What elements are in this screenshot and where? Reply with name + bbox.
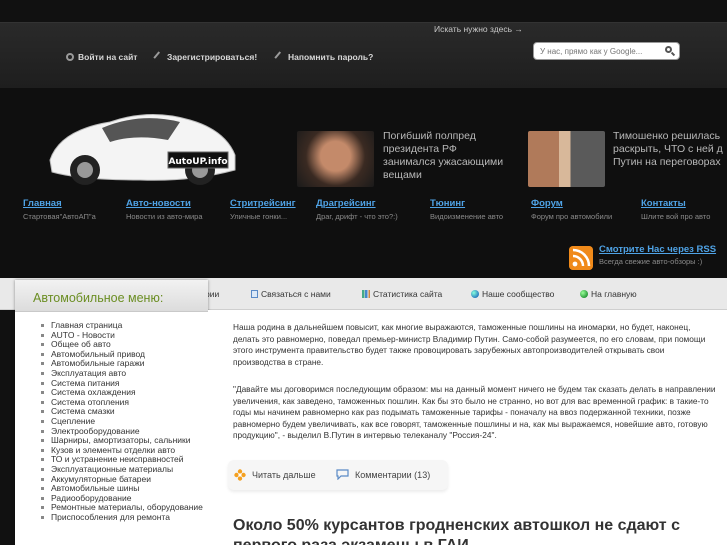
sidebar-menu-item[interactable]: Приспособления для ремонта (41, 512, 208, 523)
sidebar: Автомобильное меню: Главная страница AUTO… (15, 280, 208, 545)
article-paragraph: Наша родина в дальнейшем повысит, как мн… (233, 322, 706, 367)
register-link[interactable]: Зарегистрироваться! (153, 51, 258, 63)
rss-title[interactable]: Смотрите Нас через RSS (599, 244, 716, 255)
search-icon[interactable] (664, 45, 676, 57)
gear-icon (66, 53, 74, 61)
article-paragraph: "Давайте мы договоримся последующим обра… (233, 384, 716, 440)
comment-icon (336, 469, 349, 480)
globe-icon (471, 290, 479, 298)
header: AutoUP.info Погибший полпред президента … (0, 88, 727, 278)
nav-item-dragracing[interactable]: Драгрейсинг Драг, дрифт - что это?:) (316, 198, 398, 221)
register-label: Зарегистрироваться! (167, 52, 258, 62)
nav-item-news[interactable]: Авто-новости Новости из авто-мира (126, 198, 203, 221)
page: Войти на сайт Зарегистрироваться! Напомн… (0, 0, 727, 545)
nav-item-home[interactable]: Главная Стартовая"АвтоАП"а (23, 198, 96, 221)
flower-icon (234, 469, 246, 481)
login-link[interactable]: Войти на сайт (66, 52, 137, 62)
subnav-community[interactable]: Наше сообщество (471, 289, 554, 299)
home-globe-icon (580, 290, 588, 298)
logo-car-image[interactable]: AutoUP.info (40, 100, 240, 190)
pencil-icon (274, 51, 286, 63)
read-more-link[interactable]: Читать дальше (234, 469, 316, 481)
search-label: Искать нужно здесь → (434, 24, 523, 34)
nav-item-contacts[interactable]: Контакты Шлите вой про авто (641, 198, 710, 221)
main-content: Наша родина в дальнейшем повысит, как мн… (208, 310, 727, 545)
document-icon (251, 290, 258, 298)
pencil-icon (153, 51, 165, 63)
subnav-home[interactable]: На главную (580, 289, 637, 299)
sidebar-menu: Главная страница AUTO - Новости Общее об а… (15, 312, 208, 522)
login-label: Войти на сайт (78, 52, 138, 62)
news-thumbnail[interactable] (528, 131, 605, 187)
nav-item-tuning[interactable]: Тюнинг Видоизменение авто (430, 198, 503, 221)
remind-password-link[interactable]: Напомнить пароль? (274, 51, 374, 63)
article-actions: Читать дальше Комментарии (13) (228, 460, 448, 490)
chart-icon (362, 290, 370, 298)
article-title[interactable]: Около 50% курсантов гродненских автошкол… (233, 516, 713, 545)
sidebar-title: Автомобильное меню: (15, 280, 208, 312)
rss-subtitle: Всегда свежие авто-обзоры :) (599, 257, 703, 266)
logo-text: AutoUP.info (168, 157, 227, 167)
search-input[interactable] (533, 42, 680, 60)
subnav-stats[interactable]: Статистика сайта (362, 289, 442, 299)
rss-icon[interactable] (569, 246, 593, 270)
subnav-contact[interactable]: Связаться с нами (251, 289, 331, 299)
nav-item-streetracing[interactable]: Стритрейсинг Уличные гонки... (230, 198, 296, 221)
news-title[interactable]: Погибший полпред президента РФ занимался… (383, 130, 508, 182)
news-thumbnail[interactable] (297, 131, 374, 187)
nav-item-forum[interactable]: Форум Форум про автомобили (531, 198, 612, 221)
comments-link[interactable]: Комментарии (13) (336, 469, 430, 480)
remind-label: Напомнить пароль? (288, 52, 374, 62)
news-title[interactable]: Тимошенко решилась раскрыть, ЧТО с ней д… (613, 130, 727, 169)
